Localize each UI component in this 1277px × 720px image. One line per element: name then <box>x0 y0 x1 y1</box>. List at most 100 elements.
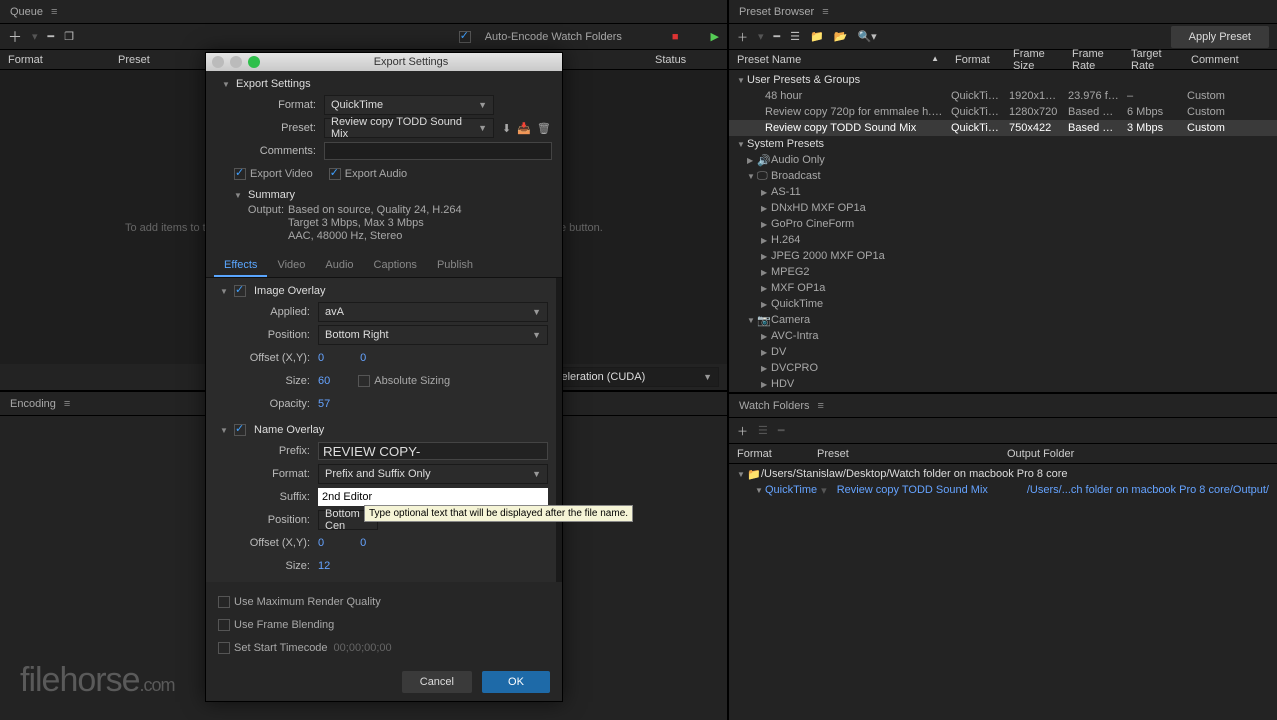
preset-row[interactable]: ▼📷Camera <box>729 312 1277 328</box>
io-offset-x[interactable]: 0 <box>318 352 324 364</box>
preset-row[interactable]: ▶H.264 <box>729 232 1277 248</box>
wf-format[interactable]: QuickTime <box>765 484 817 496</box>
preset-row[interactable]: ▶DNxHD MXF OP1a <box>729 200 1277 216</box>
delete-preset-icon[interactable]: 🗑 <box>537 122 551 135</box>
preset-row[interactable]: ▶HDV <box>729 376 1277 392</box>
remove-watch-folder-button[interactable]: ━ <box>778 424 785 437</box>
preset-dropdown[interactable]: Review copy TODD Sound Mix▼ <box>324 118 494 138</box>
col-target-rate[interactable]: Target Rate <box>1123 48 1183 72</box>
preset-row[interactable]: 48 hourQuickTime1920x108023.976 fps–Cust… <box>729 88 1277 104</box>
io-offset-y[interactable]: 0 <box>360 352 366 364</box>
col-format[interactable]: Format <box>0 54 110 66</box>
summary-section[interactable]: ▼Summary <box>228 186 552 204</box>
preset-browser-menu-icon[interactable]: ≡ <box>822 6 828 18</box>
tab-captions[interactable]: Captions <box>364 255 427 277</box>
col-status[interactable]: Status <box>647 54 727 66</box>
export-preset-button[interactable]: 📂 <box>834 30 848 43</box>
preset-row[interactable]: ▼User Presets & Groups <box>729 72 1277 88</box>
tab-video[interactable]: Video <box>267 255 315 277</box>
add-watch-folder-button[interactable]: ＋ <box>737 423 748 439</box>
io-position-dropdown[interactable]: Bottom Right▼ <box>318 325 548 345</box>
timecode-value[interactable]: 00;00;00;00 <box>334 642 392 654</box>
apply-preset-button[interactable]: Apply Preset <box>1171 26 1269 48</box>
preset-row[interactable]: ▶DVCPRO <box>729 360 1277 376</box>
save-preset-icon[interactable]: ⬇ <box>502 122 511 135</box>
watch-folders-tree[interactable]: ▼ 📁 /Users/Stanislaw/Desktop/Watch folde… <box>729 464 1277 500</box>
name-overlay-check[interactable] <box>234 424 246 436</box>
no-format-dropdown[interactable]: Prefix and Suffix Only▼ <box>318 464 548 484</box>
remove-source-button[interactable]: ━ <box>48 30 55 43</box>
modal-titlebar[interactable]: Export Settings <box>206 53 562 71</box>
col-frame-size[interactable]: Frame Size <box>1005 48 1064 72</box>
cancel-button[interactable]: Cancel <box>402 671 472 693</box>
preset-row[interactable]: ▶GoPro CineForm <box>729 216 1277 232</box>
preset-settings-button[interactable]: ☰ <box>790 30 800 43</box>
frame-blending-check[interactable] <box>218 619 230 631</box>
minimize-window-icon[interactable] <box>230 56 242 68</box>
duplicate-button[interactable]: ❐ <box>64 30 74 43</box>
col-frame-rate[interactable]: Frame Rate <box>1064 48 1123 72</box>
export-video-check[interactable] <box>234 168 246 180</box>
prefix-input[interactable] <box>318 442 548 460</box>
preset-row[interactable]: ▼🖵Broadcast <box>729 168 1277 184</box>
watch-folders-menu-icon[interactable]: ≡ <box>818 400 824 412</box>
preset-row[interactable]: ▶AS-11 <box>729 184 1277 200</box>
start-timecode-check[interactable] <box>218 642 230 654</box>
comments-input[interactable] <box>324 142 552 160</box>
wf-col-preset[interactable]: Preset <box>809 448 999 460</box>
search-preset-button[interactable]: 🔍▾ <box>857 30 876 43</box>
watch-folder-preset-row[interactable]: ▼ QuickTime ▾ Review copy TODD Sound Mix… <box>729 482 1277 498</box>
no-size[interactable]: 12 <box>318 560 330 572</box>
start-queue-button[interactable]: ▶ <box>711 30 719 43</box>
preset-row[interactable]: ▶JPEG 2000 MXF OP1a <box>729 248 1277 264</box>
no-offset-x[interactable]: 0 <box>318 537 324 549</box>
wf-col-output[interactable]: Output Folder <box>999 448 1277 460</box>
col-preset-name[interactable]: Preset Name▲ <box>729 54 947 66</box>
tab-publish[interactable]: Publish <box>427 255 483 277</box>
preset-row[interactable]: ▶MPEG2 <box>729 264 1277 280</box>
maximize-window-icon[interactable] <box>248 56 260 68</box>
tab-effects[interactable]: Effects <box>214 255 267 277</box>
col-format2[interactable]: Format <box>947 54 1005 66</box>
preset-row[interactable]: ▶🔊Audio Only <box>729 152 1277 168</box>
preset-tree[interactable]: ▼User Presets & Groups48 hourQuickTime19… <box>729 70 1277 392</box>
delete-preset-button[interactable]: ━ <box>774 30 781 43</box>
max-render-check[interactable] <box>218 596 230 608</box>
image-overlay-section[interactable]: ▼Image Overlay <box>214 282 548 300</box>
caret-icon[interactable]: ▼ <box>755 486 765 495</box>
auto-encode-check[interactable] <box>459 31 471 43</box>
preset-row[interactable]: ▶AVC-Intra <box>729 328 1277 344</box>
edit-watch-folder-button[interactable]: ☰ <box>758 424 768 437</box>
import-preset-icon[interactable]: 📥 <box>517 122 531 135</box>
close-window-icon[interactable] <box>212 56 224 68</box>
watch-folder-root[interactable]: ▼ 📁 /Users/Stanislaw/Desktop/Watch folde… <box>729 466 1277 482</box>
import-preset-button[interactable]: 📁 <box>810 30 824 43</box>
add-source-button[interactable]: ＋ <box>8 27 22 47</box>
new-preset-button[interactable]: ＋ <box>737 29 748 45</box>
caret-icon[interactable]: ▼ <box>737 470 747 479</box>
renderer-dropdown[interactable]: celeration (CUDA)▼ <box>549 367 719 387</box>
no-offset-y[interactable]: 0 <box>360 537 366 549</box>
encoding-menu-icon[interactable]: ≡ <box>64 398 70 410</box>
format-dropdown[interactable]: QuickTime▼ <box>324 95 494 115</box>
wf-preset[interactable]: Review copy TODD Sound Mix <box>837 484 988 496</box>
stop-queue-button[interactable]: ■ <box>672 31 679 43</box>
io-opacity[interactable]: 57 <box>318 398 330 410</box>
absolute-sizing-check[interactable] <box>358 375 370 387</box>
image-overlay-check[interactable] <box>234 285 246 297</box>
ok-button[interactable]: OK <box>482 671 550 693</box>
preset-row[interactable]: ▶DV <box>729 344 1277 360</box>
export-settings-section[interactable]: ▼Export Settings <box>216 75 552 93</box>
preset-row[interactable]: ▶MXF OP1a <box>729 280 1277 296</box>
suffix-input[interactable] <box>318 488 548 506</box>
export-audio-check[interactable] <box>329 168 341 180</box>
applied-dropdown[interactable]: avA▼ <box>318 302 548 322</box>
preset-row[interactable]: Review copy TODD Sound MixQuickTime750x4… <box>729 120 1277 136</box>
name-overlay-section[interactable]: ▼Name Overlay <box>214 421 548 439</box>
tab-audio[interactable]: Audio <box>315 255 363 277</box>
wf-col-format[interactable]: Format <box>729 448 809 460</box>
col-comment[interactable]: Comment <box>1183 54 1277 66</box>
io-size[interactable]: 60 <box>318 375 330 387</box>
preset-row[interactable]: ▶QuickTime <box>729 296 1277 312</box>
queue-menu-icon[interactable]: ≡ <box>51 6 57 18</box>
